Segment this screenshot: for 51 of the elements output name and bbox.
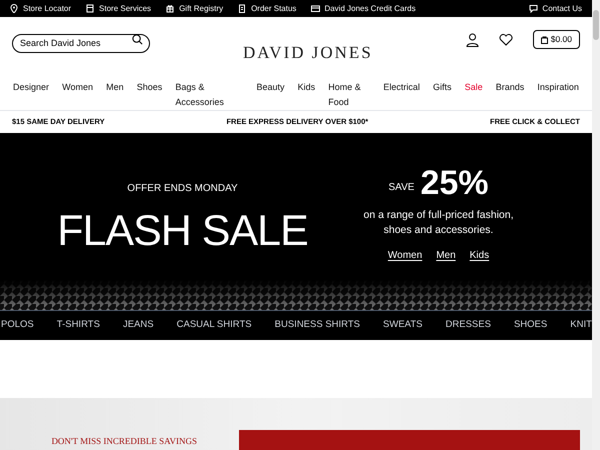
gift-icon	[166, 4, 176, 13]
search-icon	[132, 34, 143, 45]
nav-link[interactable]: Women	[62, 80, 93, 95]
nav-link[interactable]: Brands	[496, 80, 524, 95]
category-link[interactable]: BUSINESS SHIRTS	[274, 318, 360, 333]
category-link[interactable]: JEANS	[122, 318, 154, 333]
logo[interactable]: DAVID JONES	[242, 40, 373, 66]
discount-amount: 25%	[420, 166, 488, 200]
category-link[interactable]: POLOS	[1, 318, 34, 333]
nav-link[interactable]: Electrical	[383, 80, 420, 95]
nav-link[interactable]: Shoes	[136, 80, 162, 95]
utility-link[interactable]: David Jones Credit Cards	[311, 2, 416, 14]
category-link[interactable]: DRESSES	[446, 318, 491, 333]
nav-link[interactable]: Inspiration	[537, 80, 579, 95]
utility-link[interactable]: Store Locator	[10, 2, 72, 14]
category-link[interactable]: SWEATS	[383, 318, 422, 333]
nav-link[interactable]: Kids	[298, 80, 316, 95]
nav-link[interactable]: Home & Food	[328, 80, 370, 110]
save-label: SAVE	[388, 181, 414, 195]
category-link[interactable]: T-SHIRTS	[56, 318, 100, 333]
hero-link[interactable]: Kids	[470, 248, 490, 263]
utility-link[interactable]: Contact Us	[529, 2, 582, 14]
utility-link[interactable]: Order Status	[238, 2, 296, 14]
category-link[interactable]: KNIT	[570, 318, 592, 333]
utility-link[interactable]: Gift Registry	[166, 2, 224, 14]
chat-icon	[529, 4, 538, 13]
utility-link[interactable]: Store Services	[86, 2, 152, 14]
account-icon[interactable]	[466, 32, 479, 46]
cart-button[interactable]: $0.00	[532, 30, 580, 49]
nav-link[interactable]: Men	[106, 80, 124, 95]
scrollbar[interactable]	[592, 0, 600, 450]
pin-icon	[10, 4, 19, 13]
hero-headline: FLASH SALE	[57, 210, 308, 253]
document-icon	[238, 4, 248, 13]
offer-label: OFFER ENDS MONDAY	[127, 182, 238, 196]
card-icon	[311, 4, 320, 13]
nav-link[interactable]: Beauty	[256, 80, 285, 95]
nav-link[interactable]: Gifts	[432, 80, 452, 95]
nav-link[interactable]: Bags & Accessories	[175, 80, 244, 110]
promo-heading: DON'T MISS INCREDIBLE SAVINGS	[51, 434, 197, 448]
bag-icon	[540, 36, 548, 44]
heart-icon[interactable]	[498, 34, 513, 46]
hero-link[interactable]: Men	[436, 248, 456, 263]
category-link[interactable]: SHOES	[514, 318, 548, 333]
search-field[interactable]: Search David Jones	[12, 34, 150, 52]
nav-link[interactable]: Designer	[13, 80, 50, 95]
nav-link[interactable]: Sale	[464, 80, 483, 95]
hero-link[interactable]: Women	[388, 248, 422, 263]
category-link[interactable]: CASUAL SHIRTS	[176, 318, 252, 333]
store-icon	[86, 4, 96, 13]
offer-description: on a range of full-priced fashion, shoes and accessories.	[364, 208, 514, 238]
